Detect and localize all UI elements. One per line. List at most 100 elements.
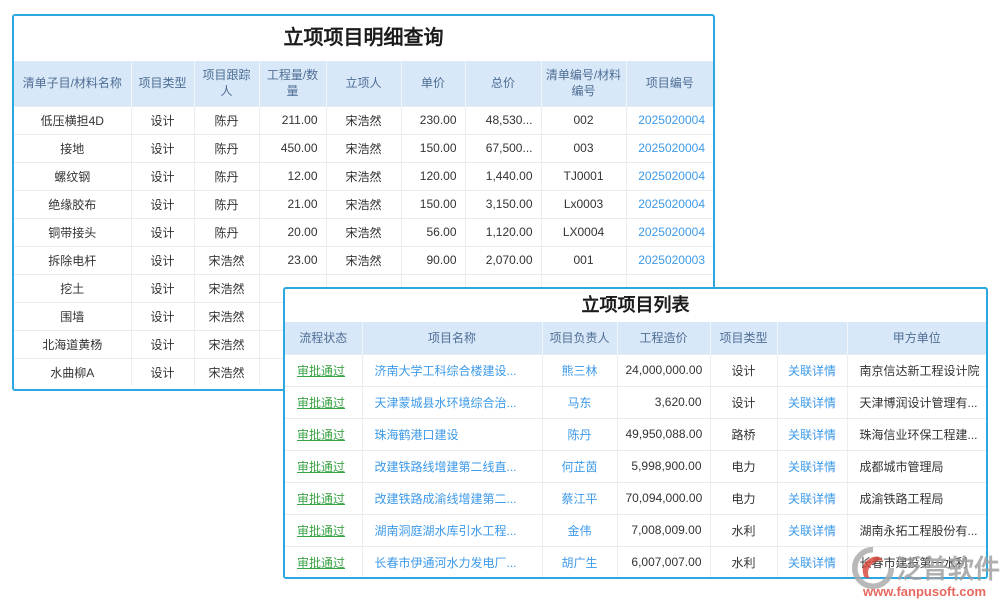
detail_panel-cell-unit_price: 230.00: [401, 106, 465, 134]
detail_panel-cell-material_name: 围墙: [14, 302, 131, 330]
detail_panel-cell-project_no[interactable]: 2025020003: [626, 246, 713, 274]
detail_panel-cell-tracker: 宋浩然: [194, 274, 259, 302]
list_panel-cell-status[interactable]: 审批通过: [285, 546, 362, 578]
list_panel-cell-detail[interactable]: 关联详情: [777, 546, 847, 578]
watermark-url-text: www.fanpusoft.com: [863, 584, 986, 599]
detail_panel-cell-material_name: 铜带接头: [14, 218, 131, 246]
list_panel-cell-status[interactable]: 审批通过: [285, 386, 362, 418]
detail_panel-cell-unit_price: 56.00: [401, 218, 465, 246]
list_panel-cell-detail[interactable]: 关联详情: [777, 450, 847, 482]
detail_panel-cell-unit_price: 90.00: [401, 246, 465, 274]
detail_panel-cell-unit_price: 120.00: [401, 162, 465, 190]
detail_panel-cell-tracker: 陈丹: [194, 162, 259, 190]
detail_panel-header-quantity: 工程量/数量: [259, 61, 326, 106]
detail_panel-cell-initiator: 宋浩然: [326, 246, 401, 274]
list_panel-cell-party: 长春市建投第一水利: [847, 546, 986, 578]
list_panel-cell-project_name[interactable]: 改建铁路成渝线增建第二...: [362, 482, 542, 514]
list_panel-cell-status[interactable]: 审批通过: [285, 450, 362, 482]
list_panel-cell-party: 成都城市管理局: [847, 450, 986, 482]
detail_panel-cell-project_type: 设计: [131, 190, 194, 218]
list_panel-cell-project_name[interactable]: 长春市伊通河水力发电厂...: [362, 546, 542, 578]
detail_panel-cell-tracker: 宋浩然: [194, 330, 259, 358]
detail_panel-cell-total_price: 1,440.00: [465, 162, 541, 190]
list_panel-cell-status[interactable]: 审批通过: [285, 418, 362, 450]
list_panel-cell-leader[interactable]: 胡广生: [542, 546, 617, 578]
list_panel-cell-project_name[interactable]: 济南大学工科综合楼建设...: [362, 354, 542, 386]
detail_panel-header-initiator: 立项人: [326, 61, 401, 106]
detail_panel-cell-tracker: 陈丹: [194, 134, 259, 162]
table-row: 审批通过湖南洞庭湖水库引水工程...金伟7,008,009.00水利关联详情湖南…: [285, 514, 986, 546]
list_panel-cell-party: 成渝铁路工程局: [847, 482, 986, 514]
detail-panel-title: 立项项目明细查询: [14, 16, 713, 61]
list_panel-header-status: 流程状态: [285, 322, 362, 354]
list_panel-cell-leader[interactable]: 熊三林: [542, 354, 617, 386]
list_panel-cell-detail[interactable]: 关联详情: [777, 354, 847, 386]
detail_panel-cell-list_no: 003: [541, 134, 626, 162]
list_panel-cell-leader[interactable]: 蔡江平: [542, 482, 617, 514]
detail_panel-cell-project_no[interactable]: 2025020004: [626, 162, 713, 190]
detail_panel-cell-quantity: 20.00: [259, 218, 326, 246]
list_panel-cell-leader[interactable]: 金伟: [542, 514, 617, 546]
detail_panel-cell-project_type: 设计: [131, 246, 194, 274]
list_panel-cell-cost: 24,000,000.00: [617, 354, 710, 386]
list_panel-cell-detail[interactable]: 关联详情: [777, 418, 847, 450]
detail_panel-cell-list_no: 001: [541, 246, 626, 274]
detail_panel-cell-quantity: 211.00: [259, 106, 326, 134]
list_panel-cell-project_name[interactable]: 改建铁路线增建第二线直...: [362, 450, 542, 482]
list_panel-cell-type: 电力: [710, 482, 777, 514]
list_panel-cell-cost: 6,007,007.00: [617, 546, 710, 578]
list_panel-cell-status[interactable]: 审批通过: [285, 482, 362, 514]
project-list-panel: 立项项目列表 流程状态项目名称项目负责人工程造价项目类型甲方单位审批通过济南大学…: [283, 287, 988, 579]
detail_panel-header-row: 清单子目/材料名称项目类型项目跟踪人工程量/数量立项人单价总价清单编号/材料编号…: [14, 61, 713, 106]
detail_panel-cell-quantity: 21.00: [259, 190, 326, 218]
list_panel-cell-leader[interactable]: 陈丹: [542, 418, 617, 450]
detail_panel-cell-project_no[interactable]: 2025020004: [626, 190, 713, 218]
list_panel-cell-project_name[interactable]: 珠海鹤港口建设: [362, 418, 542, 450]
list_panel-cell-detail[interactable]: 关联详情: [777, 482, 847, 514]
table-row: 低压横担4D设计陈丹211.00宋浩然230.0048,530...002202…: [14, 106, 713, 134]
detail_panel-cell-project_type: 设计: [131, 134, 194, 162]
list_panel-cell-type: 电力: [710, 450, 777, 482]
detail_panel-cell-total_price: 1,120.00: [465, 218, 541, 246]
detail_panel-cell-material_name: 拆除电杆: [14, 246, 131, 274]
list_panel-cell-type: 设计: [710, 386, 777, 418]
detail_panel-cell-project_type: 设计: [131, 274, 194, 302]
detail_panel-cell-project_type: 设计: [131, 218, 194, 246]
detail_panel-cell-initiator: 宋浩然: [326, 218, 401, 246]
list_panel-header-project_name: 项目名称: [362, 322, 542, 354]
detail_panel-cell-tracker: 宋浩然: [194, 302, 259, 330]
list_panel-header-party: 甲方单位: [847, 322, 986, 354]
list_panel-header-detail: [777, 322, 847, 354]
detail_panel-cell-project_no[interactable]: 2025020004: [626, 134, 713, 162]
list_panel-header-leader: 项目负责人: [542, 322, 617, 354]
detail_panel-header-project_no: 项目编号: [626, 61, 713, 106]
list_panel-cell-detail[interactable]: 关联详情: [777, 386, 847, 418]
table-row: 审批通过珠海鹤港口建设陈丹49,950,088.00路桥关联详情珠海信业环保工程…: [285, 418, 986, 450]
detail_panel-cell-list_no: LX0004: [541, 218, 626, 246]
list_panel-cell-project_name[interactable]: 天津蒙城县水环境综合治...: [362, 386, 542, 418]
list_panel-cell-leader[interactable]: 马东: [542, 386, 617, 418]
detail_panel-header-total_price: 总价: [465, 61, 541, 106]
table-row: 螺纹钢设计陈丹12.00宋浩然120.001,440.00TJ000120250…: [14, 162, 713, 190]
detail_panel-cell-project_no[interactable]: 2025020004: [626, 218, 713, 246]
list_panel-cell-cost: 5,998,900.00: [617, 450, 710, 482]
detail_panel-cell-project_type: 设计: [131, 358, 194, 386]
list_panel-cell-project_name[interactable]: 湖南洞庭湖水库引水工程...: [362, 514, 542, 546]
table-row: 审批通过改建铁路成渝线增建第二...蔡江平70,094,000.00电力关联详情…: [285, 482, 986, 514]
list_panel-cell-status[interactable]: 审批通过: [285, 354, 362, 386]
detail_panel-cell-material_name: 接地: [14, 134, 131, 162]
list_panel-header-cost: 工程造价: [617, 322, 710, 354]
detail_panel-cell-initiator: 宋浩然: [326, 190, 401, 218]
detail_panel-cell-project_no[interactable]: 2025020004: [626, 106, 713, 134]
table-row: 铜带接头设计陈丹20.00宋浩然56.001,120.00LX000420250…: [14, 218, 713, 246]
list_panel-cell-status[interactable]: 审批通过: [285, 514, 362, 546]
detail_panel-cell-list_no: TJ0001: [541, 162, 626, 190]
detail_panel-cell-total_price: 3,150.00: [465, 190, 541, 218]
detail_panel-cell-initiator: 宋浩然: [326, 134, 401, 162]
table-row: 拆除电杆设计宋浩然23.00宋浩然90.002,070.000012025020…: [14, 246, 713, 274]
detail_panel-cell-project_type: 设计: [131, 106, 194, 134]
detail_panel-header-tracker: 项目跟踪人: [194, 61, 259, 106]
detail_panel-cell-tracker: 宋浩然: [194, 358, 259, 386]
list_panel-cell-leader[interactable]: 何芷茵: [542, 450, 617, 482]
list_panel-cell-detail[interactable]: 关联详情: [777, 514, 847, 546]
